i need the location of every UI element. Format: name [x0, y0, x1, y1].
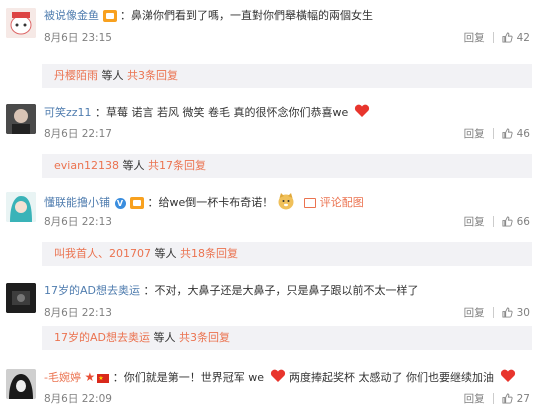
heart-icon — [354, 104, 369, 117]
reply-button[interactable]: 回复 — [464, 305, 485, 320]
reply-thread-count[interactable]: 共17条回复 — [148, 159, 206, 172]
reply-thread-user[interactable]: 17岁的AD想去奥运 — [54, 331, 150, 344]
thumbs-up-icon — [502, 128, 513, 139]
avatar[interactable] — [6, 8, 36, 38]
comment-time: 8月6日 22:13 — [44, 307, 112, 319]
avatar[interactable] — [6, 104, 36, 134]
comment-time: 8月6日 23:15 — [44, 32, 112, 44]
comment-text: ：你们就是第一！世界冠军 we — [112, 371, 265, 384]
avatar[interactable] — [6, 369, 36, 399]
divider — [492, 307, 494, 318]
like-count: 27 — [516, 392, 530, 405]
reply-thread-count[interactable]: 共18条回复 — [180, 247, 238, 260]
comment-text-line: 可笑zz11 ：草莓 诺言 若风 微笑 卷毛 真的很怀念你们恭喜we — [44, 104, 370, 121]
reply-thread-bar[interactable]: evian12138 等人 共17条回复 — [42, 154, 532, 178]
flag-icon — [97, 371, 110, 387]
member-badge-icon — [130, 197, 144, 209]
like-count: 30 — [516, 306, 530, 319]
divider — [492, 32, 494, 43]
comment-text-continued: 两度捧起奖杯 太感动了 你们也要继续加油 — [289, 371, 495, 384]
comment-actions: 回复 66 — [464, 214, 530, 229]
comment-time: 8月6日 22:17 — [44, 128, 112, 140]
comment-item: 懂联能撸小铺 V ：给we倒一杯卡布奇诺！ 评论配图 8月6日 22:13 回复… — [0, 192, 540, 266]
comment-text: ：不对，大鼻子还是大鼻子，只是鼻子跟以前不太一样了 — [143, 284, 419, 297]
avatar[interactable] — [6, 192, 36, 222]
comment-time: 8月6日 22:13 — [44, 216, 112, 228]
comment-text: ：鼻涕你們看到了嗎，一直對你們舉橫幅的兩個女生 — [120, 9, 373, 22]
heart-icon — [500, 369, 515, 382]
username-link[interactable]: 懂联能撸小铺 — [44, 196, 110, 209]
reply-thread-user[interactable]: 丹樱陌雨 — [54, 69, 98, 82]
reply-button[interactable]: 回复 — [464, 214, 485, 229]
like-count: 46 — [516, 127, 530, 140]
reply-thread-middle: 等人 — [119, 159, 149, 172]
comment-item: 可笑zz11 ：草莓 诺言 若风 微笑 卷毛 真的很怀念你们恭喜we 8月6日 … — [0, 104, 540, 178]
like-button[interactable]: 66 — [502, 216, 530, 228]
comment-text-line: 17岁的AD想去奥运 ：不对，大鼻子还是大鼻子，只是鼻子跟以前不太一样了 — [44, 283, 419, 299]
divider — [492, 216, 494, 227]
username-link[interactable]: 被说像金鱼 — [44, 9, 99, 22]
comment-actions: 回复 27 — [464, 391, 530, 406]
member-badge-icon — [102, 10, 117, 22]
like-button[interactable]: 42 — [502, 32, 530, 44]
verified-icon: V — [114, 197, 126, 209]
heart-icon — [270, 369, 285, 382]
thumbs-up-icon — [502, 393, 513, 404]
reply-thread-middle: 等人 — [98, 69, 127, 82]
comment-text: ：给we倒一杯卡布奇诺！ — [147, 196, 274, 209]
picture-icon — [304, 198, 317, 208]
reply-thread-bar[interactable]: 叫我首人、201707 等人 共18条回复 — [42, 242, 532, 266]
star-icon: ★ — [84, 370, 96, 384]
thumbs-up-icon — [502, 32, 513, 43]
reply-button[interactable]: 回复 — [464, 391, 485, 406]
reply-thread-bar[interactable]: 17岁的AD想去奥运 等人 共3条回复 — [42, 326, 532, 350]
thumbs-up-icon — [502, 216, 513, 227]
comment-text-line: -毛婉婷 ★ ：你们就是第一！世界冠军 we 两度捧起奖杯 太感动了 你们也要继… — [44, 369, 516, 387]
thumbs-up-icon — [502, 307, 513, 318]
comment-actions: 回复 42 — [464, 30, 530, 45]
reply-thread-count[interactable]: 共3条回复 — [127, 69, 178, 82]
like-count: 42 — [516, 31, 530, 44]
username-link[interactable]: 可笑zz11 — [44, 106, 92, 119]
comment-item: -毛婉婷 ★ ：你们就是第一！世界冠军 we 两度捧起奖杯 太感动了 你们也要继… — [0, 369, 540, 409]
reply-thread-middle: 等人 — [151, 247, 180, 260]
reply-thread-bar[interactable]: 丹樱陌雨 等人 共3条回复 — [42, 64, 532, 88]
comment-item: 被说像金鱼 ：鼻涕你們看到了嗎，一直對你們舉橫幅的兩個女生 8月6日 23:15… — [0, 8, 540, 88]
comment-text-line: 被说像金鱼 ：鼻涕你們看到了嗎，一直對你們舉橫幅的兩個女生 — [44, 8, 373, 24]
reply-thread-user[interactable]: evian12138 — [54, 159, 119, 172]
comment-time: 8月6日 22:09 — [44, 393, 112, 405]
reply-button[interactable]: 回复 — [464, 30, 485, 45]
comment-item: 17岁的AD想去奥运 ：不对，大鼻子还是大鼻子，只是鼻子跟以前不太一样了 8月6… — [0, 283, 540, 350]
comment-actions: 回复 46 — [464, 126, 530, 141]
comment-picture-link[interactable]: 评论配图 — [320, 196, 364, 209]
like-button[interactable]: 30 — [502, 307, 530, 319]
username-link[interactable]: -毛婉婷 — [44, 371, 81, 384]
like-button[interactable]: 27 — [502, 393, 530, 405]
comment-text: ：草莓 诺言 若风 微笑 卷毛 真的很怀念你们恭喜we — [95, 106, 349, 119]
divider — [492, 128, 494, 139]
like-count: 66 — [516, 215, 530, 228]
divider — [492, 393, 494, 404]
comment-text-line: 懂联能撸小铺 V ：给we倒一杯卡布奇诺！ 评论配图 — [44, 192, 364, 211]
reply-thread-middle: 等人 — [150, 331, 179, 344]
reply-button[interactable]: 回复 — [464, 126, 485, 141]
reply-thread-user[interactable]: 叫我首人、201707 — [54, 247, 151, 260]
reply-thread-count[interactable]: 共3条回复 — [179, 331, 230, 344]
like-button[interactable]: 46 — [502, 128, 530, 140]
doge-emoji-icon — [278, 193, 294, 210]
avatar[interactable] — [6, 283, 36, 313]
comment-actions: 回复 30 — [464, 305, 530, 320]
username-link[interactable]: 17岁的AD想去奥运 — [44, 284, 140, 297]
